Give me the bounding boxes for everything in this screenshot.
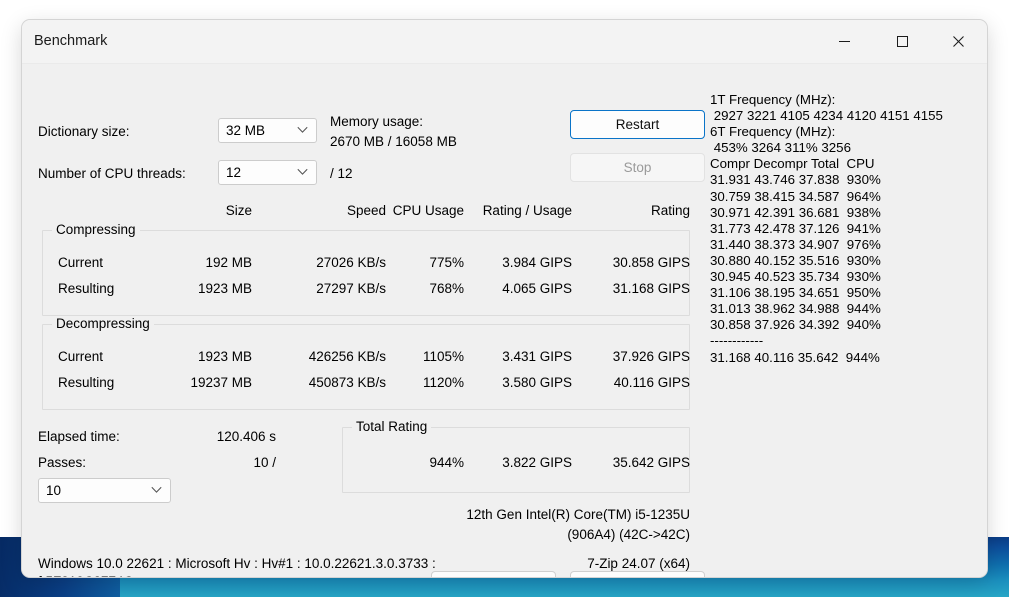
memory-usage-value: 2670 MB / 16058 MB bbox=[330, 134, 457, 149]
stop-button: Stop bbox=[570, 153, 705, 182]
cell-cpu-usage: 1105% bbox=[422, 349, 464, 364]
cpu-threads-select[interactable]: 12 bbox=[218, 160, 317, 185]
cell-size: 1923 MB bbox=[197, 349, 252, 364]
decompressing-group-title: Decompressing bbox=[52, 316, 154, 331]
cell-rating: 30.858 GIPS bbox=[612, 255, 690, 270]
cell-rating-usage: 3.580 GIPS bbox=[502, 375, 572, 390]
cell-rating-usage: 3.431 GIPS bbox=[502, 349, 572, 364]
cell-size: 1923 MB bbox=[197, 281, 252, 296]
row-label: Current bbox=[58, 255, 104, 270]
row-label: Resulting bbox=[58, 375, 115, 390]
cell-speed: 426256 KB/s bbox=[308, 349, 386, 364]
column-header-speed: Speed bbox=[346, 203, 386, 218]
column-header-rating: Rating bbox=[650, 203, 690, 218]
cpu-name-line2: (906A4) (42C->42C) bbox=[567, 527, 690, 542]
cell-rating: 40.116 GIPS bbox=[613, 375, 690, 390]
maximize-button[interactable] bbox=[879, 20, 925, 63]
minimize-button[interactable] bbox=[821, 20, 867, 63]
chevron-down-icon bbox=[151, 485, 162, 496]
minimize-icon bbox=[838, 41, 850, 42]
cell-speed: 27297 KB/s bbox=[316, 281, 386, 296]
window-title: Benchmark bbox=[34, 33, 108, 49]
cancel-button[interactable]: Cancel bbox=[570, 571, 705, 577]
cell-speed: 27026 KB/s bbox=[316, 255, 386, 270]
os-info-line1: Windows 10.0 22621 : Microsoft Hv : Hv#1… bbox=[38, 556, 436, 571]
close-icon bbox=[952, 36, 964, 47]
elapsed-time-label: Elapsed time: bbox=[38, 429, 120, 444]
os-info-line2: f:5F310C2774C bbox=[38, 574, 133, 577]
cell-rating-usage: 4.065 GIPS bbox=[502, 281, 572, 296]
cell-rating: 31.168 GIPS bbox=[612, 281, 690, 296]
dictionary-size-select[interactable]: 32 MB bbox=[218, 118, 317, 143]
cpu-threads-total: / 12 bbox=[330, 166, 353, 181]
cpu-threads-value: 12 bbox=[226, 165, 242, 180]
cell-rating-usage: 3.984 GIPS bbox=[502, 255, 572, 270]
benchmark-log: 1T Frequency (MHz): 2927 3221 4105 4234 … bbox=[710, 92, 943, 365]
close-button[interactable] bbox=[935, 20, 981, 63]
column-header-cpu-usage: CPU Usage bbox=[392, 203, 464, 218]
column-header-rating-usage: Rating / Usage bbox=[482, 203, 572, 218]
cell-size: 192 MB bbox=[205, 255, 252, 270]
decompressing-group: Decompressing bbox=[42, 316, 690, 410]
cell-cpu-usage: 768% bbox=[429, 281, 464, 296]
chevron-down-icon bbox=[297, 167, 308, 178]
cell-cpu-usage: 1120% bbox=[422, 375, 464, 390]
passes-value: 10 / bbox=[253, 455, 276, 470]
compressing-group: Compressing bbox=[42, 222, 690, 316]
cell-rating: 37.926 GIPS bbox=[612, 349, 690, 364]
total-rating-usage: 3.822 GIPS bbox=[502, 455, 572, 470]
memory-usage-label: Memory usage: bbox=[330, 114, 424, 129]
maximize-icon bbox=[896, 36, 908, 47]
dictionary-size-label: Dictionary size: bbox=[38, 124, 130, 139]
benchmark-window: Benchmark Dictionary size: 32 MB Number … bbox=[22, 20, 987, 577]
restart-button[interactable]: Restart bbox=[570, 110, 705, 139]
cell-size: 19237 MB bbox=[190, 375, 252, 390]
passes-select[interactable]: 10 bbox=[38, 478, 171, 503]
dictionary-size-value: 32 MB bbox=[226, 123, 266, 138]
sevenzip-version: 7-Zip 24.07 (x64) bbox=[587, 556, 690, 571]
dialog-client-area: Dictionary size: 32 MB Number of CPU thr… bbox=[22, 64, 987, 577]
chevron-down-icon bbox=[297, 125, 308, 136]
column-header-size: Size bbox=[225, 203, 252, 218]
cell-speed: 450873 KB/s bbox=[308, 375, 386, 390]
total-rating-value: 35.642 GIPS bbox=[612, 455, 690, 470]
cpu-threads-label: Number of CPU threads: bbox=[38, 166, 186, 181]
cell-cpu-usage: 775% bbox=[429, 255, 464, 270]
help-button[interactable]: Help bbox=[431, 571, 556, 577]
elapsed-time-value: 120.406 s bbox=[216, 429, 276, 444]
total-cpu-usage: 944% bbox=[429, 455, 464, 470]
cpu-name-line1: 12th Gen Intel(R) Core(TM) i5-1235U bbox=[466, 507, 690, 522]
row-label: Resulting bbox=[58, 281, 115, 296]
compressing-group-title: Compressing bbox=[52, 222, 140, 237]
row-label: Current bbox=[58, 349, 104, 364]
total-rating-title: Total Rating bbox=[352, 419, 432, 434]
window-titlebar: Benchmark bbox=[22, 20, 987, 64]
passes-select-value: 10 bbox=[46, 483, 62, 498]
passes-label: Passes: bbox=[38, 455, 87, 470]
